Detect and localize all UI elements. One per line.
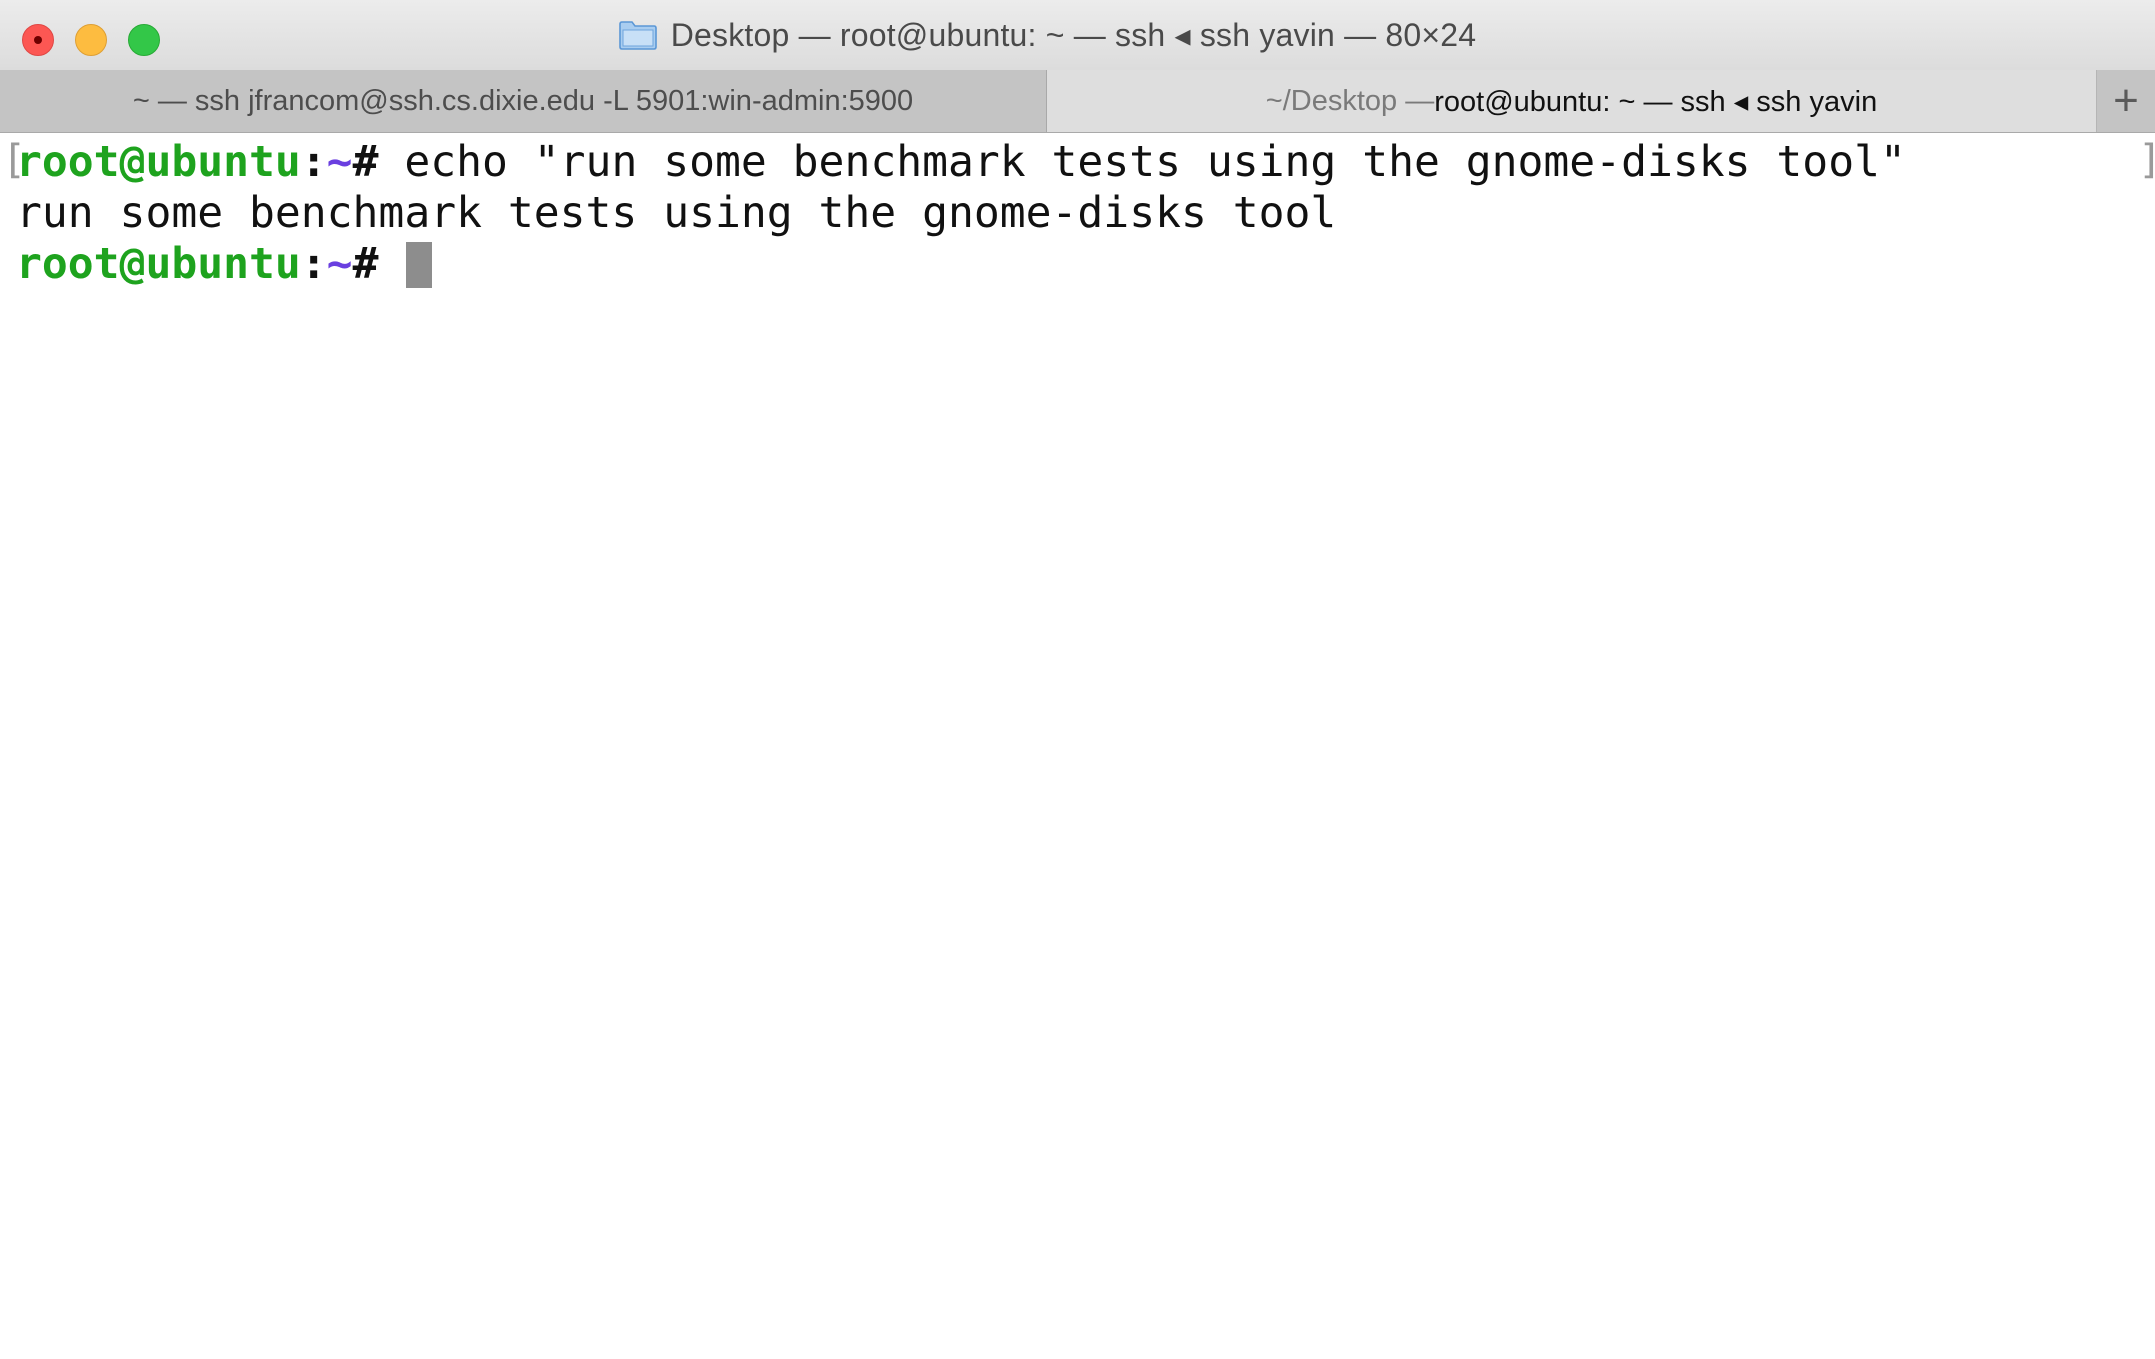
prompt-user: root@ubuntu	[16, 137, 301, 187]
terminal-output-area[interactable]: [ ] root@ubuntu:~# echo "run some benchm…	[0, 133, 2155, 1359]
terminal-window: Desktop — root@ubuntu: ~ — ssh ◂ ssh yav…	[0, 0, 2155, 1359]
prompt-user: root@ubuntu	[16, 239, 301, 289]
prompt-path: ~	[326, 137, 353, 187]
window-title: Desktop — root@ubuntu: ~ — ssh ◂ ssh yav…	[670, 17, 1477, 53]
terminal-cursor	[406, 241, 433, 288]
mark-bracket-right: ]	[2138, 137, 2155, 183]
window-title-container: Desktop — root@ubuntu: ~ — ssh ◂ ssh yav…	[0, 0, 2155, 70]
terminal-line-output: run some benchmark tests using the gnome…	[16, 188, 1337, 238]
prompt-hash: #	[352, 137, 379, 187]
title-bar[interactable]: Desktop — root@ubuntu: ~ — ssh ◂ ssh yav…	[0, 0, 2155, 71]
tab-ssh-yavin[interactable]: ~/Desktop — root@ubuntu: ~ — ssh ◂ ssh y…	[1047, 70, 2097, 132]
prompt-separator: :	[300, 239, 327, 289]
tab-label-prefix: ~/Desktop —	[1265, 84, 1435, 117]
tab-label-main: root@ubuntu: ~ — ssh ◂ ssh yavin	[1434, 85, 1878, 118]
prompt-separator: :	[300, 137, 327, 187]
new-tab-button[interactable]: +	[2097, 70, 2155, 132]
prompt-hash: #	[352, 239, 379, 289]
tab-bar: ~ — ssh jfrancom@ssh.cs.dixie.edu -L 590…	[0, 70, 2155, 133]
tab-ssh-jfrancom[interactable]: ~ — ssh jfrancom@ssh.cs.dixie.edu -L 590…	[0, 70, 1047, 132]
tab-label: ~ — ssh jfrancom@ssh.cs.dixie.edu -L 590…	[132, 84, 914, 117]
terminal-line-prompt: root@ubuntu:~#	[16, 239, 433, 289]
prompt-path: ~	[326, 239, 353, 289]
terminal-line-command: root@ubuntu:~# echo "run some benchmark …	[16, 137, 1906, 187]
command-text: echo "run some benchmark tests using the…	[378, 137, 1906, 187]
folder-icon	[618, 20, 657, 50]
window-title-inner: Desktop — root@ubuntu: ~ — ssh ◂ ssh yav…	[618, 16, 1477, 54]
